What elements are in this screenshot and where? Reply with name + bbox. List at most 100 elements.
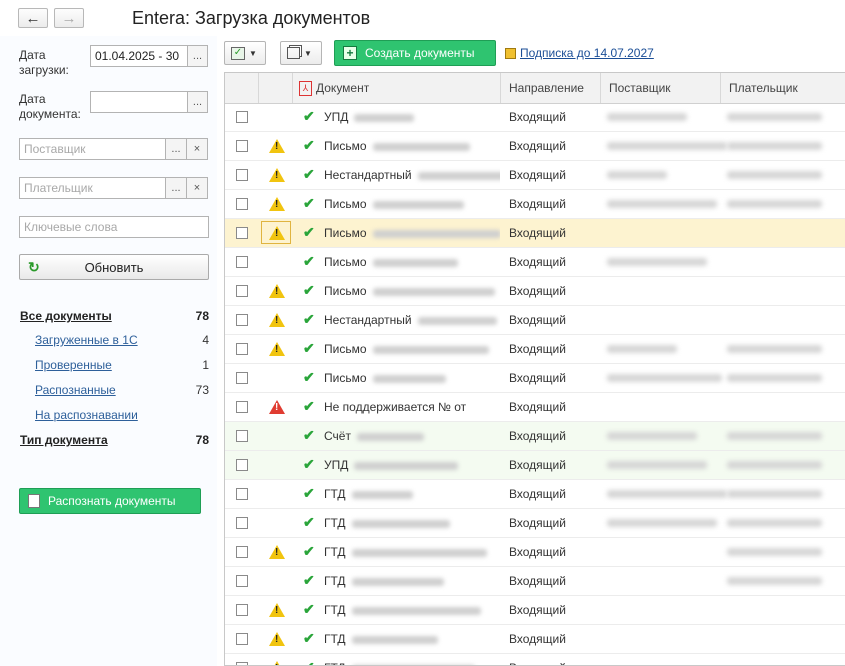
document-name: Счёт bbox=[324, 429, 351, 443]
nav-recognized[interactable]: Распознанные 73 bbox=[20, 383, 210, 401]
table-row[interactable]: ✔ Письмо Входящий bbox=[225, 248, 845, 277]
header-payer[interactable]: Плательщик bbox=[721, 73, 845, 103]
refresh-button[interactable]: ↻ Обновить bbox=[19, 254, 209, 280]
row-checkbox[interactable] bbox=[236, 256, 248, 268]
warning-icon bbox=[269, 545, 285, 559]
cell-supplier-redacted bbox=[607, 519, 717, 527]
table-row[interactable]: ✔ ГТД Входящий bbox=[225, 567, 845, 596]
row-checkbox[interactable] bbox=[236, 314, 248, 326]
header-direction[interactable]: Направление bbox=[501, 73, 601, 103]
doc-date-select-button[interactable]: ... bbox=[187, 91, 208, 113]
table-row[interactable]: ✔ Не поддерживается № от Входящий bbox=[225, 393, 845, 422]
nav-loaded-1c-count: 4 bbox=[202, 333, 209, 347]
document-name: ГТД bbox=[324, 632, 346, 646]
cell-document: ГТД bbox=[324, 596, 500, 624]
mark-menu-button[interactable]: ✓ ▼ bbox=[224, 41, 266, 65]
row-checkbox[interactable] bbox=[236, 227, 248, 239]
cell-document: ГТД bbox=[324, 538, 500, 566]
row-checkbox[interactable] bbox=[236, 488, 248, 500]
document-name: Письмо bbox=[324, 342, 367, 356]
cell-payer-redacted bbox=[727, 548, 822, 556]
row-checkbox[interactable] bbox=[236, 575, 248, 587]
row-checkbox[interactable] bbox=[236, 169, 248, 181]
payer-select-button[interactable]: ... bbox=[165, 177, 187, 199]
row-checkbox[interactable] bbox=[236, 459, 248, 471]
recognize-documents-button[interactable]: Распознать документы bbox=[19, 488, 201, 514]
supplier-input[interactable]: Поставщик bbox=[19, 138, 166, 160]
table-row[interactable]: ✔ Нестандартный Входящий bbox=[225, 161, 845, 190]
row-checkbox[interactable] bbox=[236, 430, 248, 442]
cell-supplier-redacted bbox=[607, 461, 707, 469]
copy-menu-button[interactable]: ▼ bbox=[280, 41, 322, 65]
checkmark-icon: ✔ bbox=[303, 340, 315, 356]
row-checkbox[interactable] bbox=[236, 111, 248, 123]
redacted-text bbox=[351, 635, 438, 644]
checkmark-icon: ✔ bbox=[303, 543, 315, 559]
subscription-link[interactable]: Подписка до 14.07.2027 bbox=[505, 46, 654, 60]
warning-icon bbox=[269, 197, 285, 211]
supplier-clear-button[interactable]: × bbox=[186, 138, 208, 160]
header-status-col[interactable] bbox=[259, 73, 293, 103]
row-checkbox[interactable] bbox=[236, 198, 248, 210]
table-row[interactable]: ✔ УПД Входящий bbox=[225, 103, 845, 132]
cell-document: Письмо bbox=[324, 364, 500, 392]
create-documents-button[interactable]: + Создать документы bbox=[334, 40, 496, 66]
back-button[interactable]: ← bbox=[18, 8, 48, 28]
row-checkbox[interactable] bbox=[236, 633, 248, 645]
nav-checked-label: Проверенные bbox=[35, 358, 112, 372]
table-row[interactable]: ✔ Письмо Входящий bbox=[225, 364, 845, 393]
load-date-select-button[interactable]: ... bbox=[187, 45, 208, 67]
table-row[interactable]: ✔ Письмо Входящий bbox=[225, 277, 845, 306]
row-checkbox[interactable] bbox=[236, 517, 248, 529]
table-row[interactable]: ✔ Нестандартный Входящий bbox=[225, 306, 845, 335]
redacted-text bbox=[351, 577, 444, 586]
header-document[interactable]: ⅄ Документ bbox=[293, 73, 501, 103]
payer-clear-button[interactable]: × bbox=[186, 177, 208, 199]
nav-doc-type[interactable]: Тип документа 78 bbox=[20, 433, 210, 451]
cell-supplier-redacted bbox=[607, 432, 697, 440]
warning-icon bbox=[269, 226, 285, 240]
cell-direction: Входящий bbox=[509, 632, 566, 646]
table-row[interactable]: ✔ УПД Входящий bbox=[225, 451, 845, 480]
row-checkbox[interactable] bbox=[236, 546, 248, 558]
table-row[interactable]: ✔ Письмо Входящий bbox=[225, 335, 845, 364]
nav-all-documents[interactable]: Все документы 78 bbox=[20, 309, 210, 327]
row-checkbox[interactable] bbox=[236, 662, 248, 665]
table-row[interactable]: ✔ ГТД Входящий bbox=[225, 625, 845, 654]
header-checkbox-col[interactable] bbox=[225, 73, 259, 103]
keywords-input[interactable]: Ключевые слова bbox=[19, 216, 209, 238]
payer-input[interactable]: Плательщик bbox=[19, 177, 166, 199]
table-row[interactable]: ✔ ГТД Входящий bbox=[225, 654, 845, 665]
checkmark-icon: ✔ bbox=[303, 630, 315, 646]
cell-direction: Входящий bbox=[509, 603, 566, 617]
row-checkbox[interactable] bbox=[236, 401, 248, 413]
document-name: ГТД bbox=[324, 545, 346, 559]
table-row[interactable]: ✔ Письмо Входящий bbox=[225, 132, 845, 161]
table-row[interactable]: ✔ Письмо Входящий bbox=[225, 190, 845, 219]
document-name: ГТД bbox=[324, 661, 346, 665]
nav-loaded-1c[interactable]: Загруженные в 1С 4 bbox=[20, 333, 210, 351]
row-checkbox[interactable] bbox=[236, 140, 248, 152]
copy-icon bbox=[287, 47, 300, 59]
redacted-text bbox=[372, 258, 458, 267]
row-checkbox[interactable] bbox=[236, 372, 248, 384]
cell-direction: Входящий bbox=[509, 284, 566, 298]
load-date-field[interactable]: 01.04.2025 - 30 bbox=[90, 45, 188, 67]
table-row[interactable]: ✔ ГТД Входящий bbox=[225, 509, 845, 538]
table-row[interactable]: ✔ ГТД Входящий bbox=[225, 480, 845, 509]
row-checkbox[interactable] bbox=[236, 343, 248, 355]
doc-date-field[interactable] bbox=[90, 91, 188, 113]
supplier-select-button[interactable]: ... bbox=[165, 138, 187, 160]
row-checkbox[interactable] bbox=[236, 285, 248, 297]
table-row[interactable]: ✔ ГТД Входящий bbox=[225, 596, 845, 625]
nav-all-documents-count: 78 bbox=[195, 309, 209, 323]
nav-recognizing[interactable]: На распознавании bbox=[20, 408, 210, 426]
table-row[interactable]: ✔ Письмо Входящий bbox=[225, 219, 845, 248]
row-checkbox[interactable] bbox=[236, 604, 248, 616]
table-row[interactable]: ✔ ГТД Входящий bbox=[225, 538, 845, 567]
cell-payer-redacted bbox=[727, 432, 822, 440]
header-supplier[interactable]: Поставщик bbox=[601, 73, 721, 103]
forward-button[interactable]: → bbox=[54, 8, 84, 28]
nav-checked[interactable]: Проверенные 1 bbox=[20, 358, 210, 376]
table-row[interactable]: ✔ Счёт Входящий bbox=[225, 422, 845, 451]
